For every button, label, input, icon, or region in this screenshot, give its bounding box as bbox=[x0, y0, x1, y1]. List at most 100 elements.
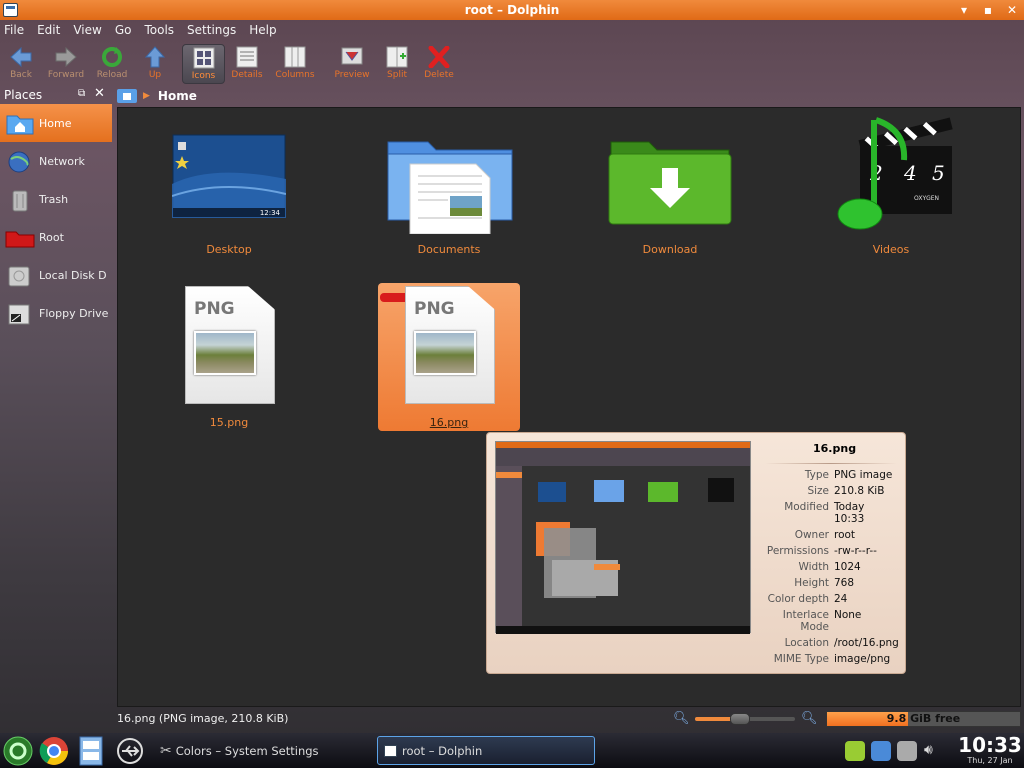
delete-button[interactable]: Delete bbox=[415, 44, 463, 84]
dolphin-app-icon bbox=[384, 744, 397, 757]
status-text: 16.png (PNG image, 210.8 KiB) bbox=[117, 712, 289, 725]
tooltip-title: 16.png bbox=[813, 442, 857, 455]
menu-help[interactable]: Help bbox=[249, 23, 276, 37]
title-bar: root – Dolphin ▾ ▪ ✕ bbox=[0, 0, 1024, 20]
window-title: root – Dolphin bbox=[464, 3, 560, 17]
file-info-tooltip: 16.png Type PNG image Size 210.8 KiB Modif… bbox=[486, 432, 906, 674]
menu-file[interactable]: File bbox=[4, 23, 24, 37]
preview-icon bbox=[341, 47, 363, 65]
columns-view-icon bbox=[284, 46, 306, 68]
clapperboard-digit: 4 bbox=[903, 161, 917, 185]
preview-thumbnail bbox=[495, 441, 751, 634]
klipper-icon[interactable] bbox=[871, 741, 891, 761]
columns-view-button[interactable]: Columns bbox=[271, 44, 319, 84]
floppy-icon bbox=[8, 304, 30, 325]
trash-icon bbox=[12, 190, 28, 212]
file-label: 15.png bbox=[209, 416, 249, 429]
notifications-icon[interactable] bbox=[845, 741, 865, 761]
task-dolphin[interactable]: root – Dolphin bbox=[377, 736, 595, 765]
zoom-slider[interactable]: 🔍︎ 🔍︎ bbox=[673, 711, 818, 727]
close-button[interactable]: ✕ bbox=[1000, 0, 1024, 20]
taskbar: ✂ Colors – System Settings root – Dolphi… bbox=[0, 733, 1024, 768]
tooltip-metadata: Type PNG image Size 210.8 KiB Modified Toda… bbox=[766, 469, 899, 665]
zoom-out-icon[interactable]: 🔍︎ bbox=[673, 711, 690, 726]
file-label: Documents bbox=[417, 243, 481, 256]
clapperboard-digit: 5 bbox=[932, 161, 945, 185]
up-button[interactable]: Up bbox=[131, 44, 179, 84]
places-panel-header: Places ⧉ ✕ bbox=[0, 86, 112, 103]
hard-disk-icon bbox=[8, 266, 30, 287]
file-item-16png[interactable]: PNG 16.png bbox=[378, 283, 520, 433]
file-item-desktop[interactable]: 12:34 Desktop bbox=[158, 128, 300, 258]
file-manager-icon[interactable] bbox=[76, 735, 106, 767]
back-button[interactable]: Back bbox=[0, 44, 45, 84]
menu-settings[interactable]: Settings bbox=[187, 23, 236, 37]
window-menu-icon[interactable] bbox=[3, 3, 18, 17]
close-panel-icon[interactable]: ✕ bbox=[94, 86, 105, 101]
free-space-text: 9.8 GiB free bbox=[886, 712, 961, 725]
place-local-disk-d[interactable]: Local Disk D bbox=[0, 256, 112, 294]
places-panel: Home Network Trash Root Local Disk D Flo… bbox=[0, 104, 112, 332]
folder-videos-icon: 2 4 5 OXYGEN bbox=[837, 117, 953, 230]
crumb-arrow-icon[interactable]: ▶ bbox=[143, 91, 150, 101]
free-space-bar: 9.8 GiB free bbox=[826, 711, 1021, 727]
folder-download-icon bbox=[608, 141, 732, 225]
usb-device-icon[interactable] bbox=[114, 736, 146, 766]
icons-view-icon bbox=[193, 47, 214, 69]
file-label: Desktop bbox=[206, 243, 252, 256]
browser-icon[interactable] bbox=[38, 735, 70, 767]
menu-edit[interactable]: Edit bbox=[37, 23, 60, 37]
menu-tools[interactable]: Tools bbox=[144, 23, 174, 37]
place-floppy-drive[interactable]: Floppy Drive bbox=[0, 294, 112, 332]
detach-icon[interactable]: ⧉ bbox=[78, 88, 85, 99]
file-label: 16.png bbox=[429, 416, 469, 429]
places-title: Places bbox=[4, 88, 43, 102]
file-item-download[interactable]: Download bbox=[599, 128, 741, 258]
details-view-icon bbox=[236, 46, 258, 68]
arrow-left-icon bbox=[10, 46, 32, 68]
globe-icon bbox=[8, 151, 30, 173]
png-badge: PNG bbox=[194, 299, 235, 319]
png-badge: PNG bbox=[414, 299, 455, 319]
clock[interactable]: 10:33 Thu, 27 Jan bbox=[956, 734, 1024, 765]
home-crumb-icon[interactable] bbox=[117, 89, 137, 103]
delete-icon bbox=[428, 46, 450, 68]
place-network[interactable]: Network bbox=[0, 142, 112, 180]
folder-documents-icon bbox=[387, 141, 513, 234]
desktop-icon: 12:34 bbox=[172, 134, 286, 218]
zoom-in-icon[interactable]: 🔍︎ bbox=[801, 711, 818, 726]
split-icon bbox=[386, 46, 408, 68]
zoom-slider-handle[interactable] bbox=[730, 713, 750, 725]
menu-bar: File Edit View Go Tools Settings Help bbox=[0, 20, 1024, 39]
network-tray-icon[interactable] bbox=[897, 741, 917, 761]
menu-go[interactable]: Go bbox=[115, 23, 132, 37]
split-button[interactable]: Split bbox=[373, 44, 421, 84]
kickoff-menu-icon[interactable] bbox=[2, 735, 34, 767]
home-folder-icon bbox=[6, 115, 34, 135]
arrow-right-icon bbox=[55, 46, 77, 68]
file-item-15png[interactable]: PNG 15.png bbox=[158, 283, 300, 433]
file-item-videos[interactable]: 2 4 5 OXYGEN Videos bbox=[820, 117, 962, 258]
file-label: Videos bbox=[872, 243, 910, 256]
toolbar: Back Forward Reload Up Icons Details Col… bbox=[0, 40, 1024, 85]
icons-view-button[interactable]: Icons bbox=[182, 44, 225, 84]
minimize-button[interactable]: ▾ bbox=[952, 0, 976, 20]
file-item-documents[interactable]: Documents bbox=[378, 128, 520, 258]
task-colors-settings[interactable]: ✂ Colors – System Settings bbox=[154, 736, 374, 765]
menu-view[interactable]: View bbox=[73, 23, 101, 37]
file-label: Download bbox=[642, 243, 698, 256]
crumb-current[interactable]: Home bbox=[158, 89, 197, 103]
preview-button[interactable]: Preview bbox=[328, 44, 376, 84]
red-folder-icon bbox=[5, 231, 35, 248]
volume-icon[interactable]: 🔊︎ bbox=[924, 742, 933, 758]
forward-button[interactable]: Forward bbox=[42, 44, 90, 84]
png-file-icon: PNG bbox=[405, 286, 495, 404]
place-home[interactable]: Home bbox=[0, 104, 112, 142]
breadcrumb: ▶ Home bbox=[117, 87, 197, 105]
details-view-button[interactable]: Details bbox=[223, 44, 271, 84]
reload-button[interactable]: Reload bbox=[88, 44, 136, 84]
place-root[interactable]: Root bbox=[0, 218, 112, 256]
arrow-up-icon bbox=[144, 46, 166, 68]
maximize-button[interactable]: ▪ bbox=[976, 0, 1000, 20]
place-trash[interactable]: Trash bbox=[0, 180, 112, 218]
